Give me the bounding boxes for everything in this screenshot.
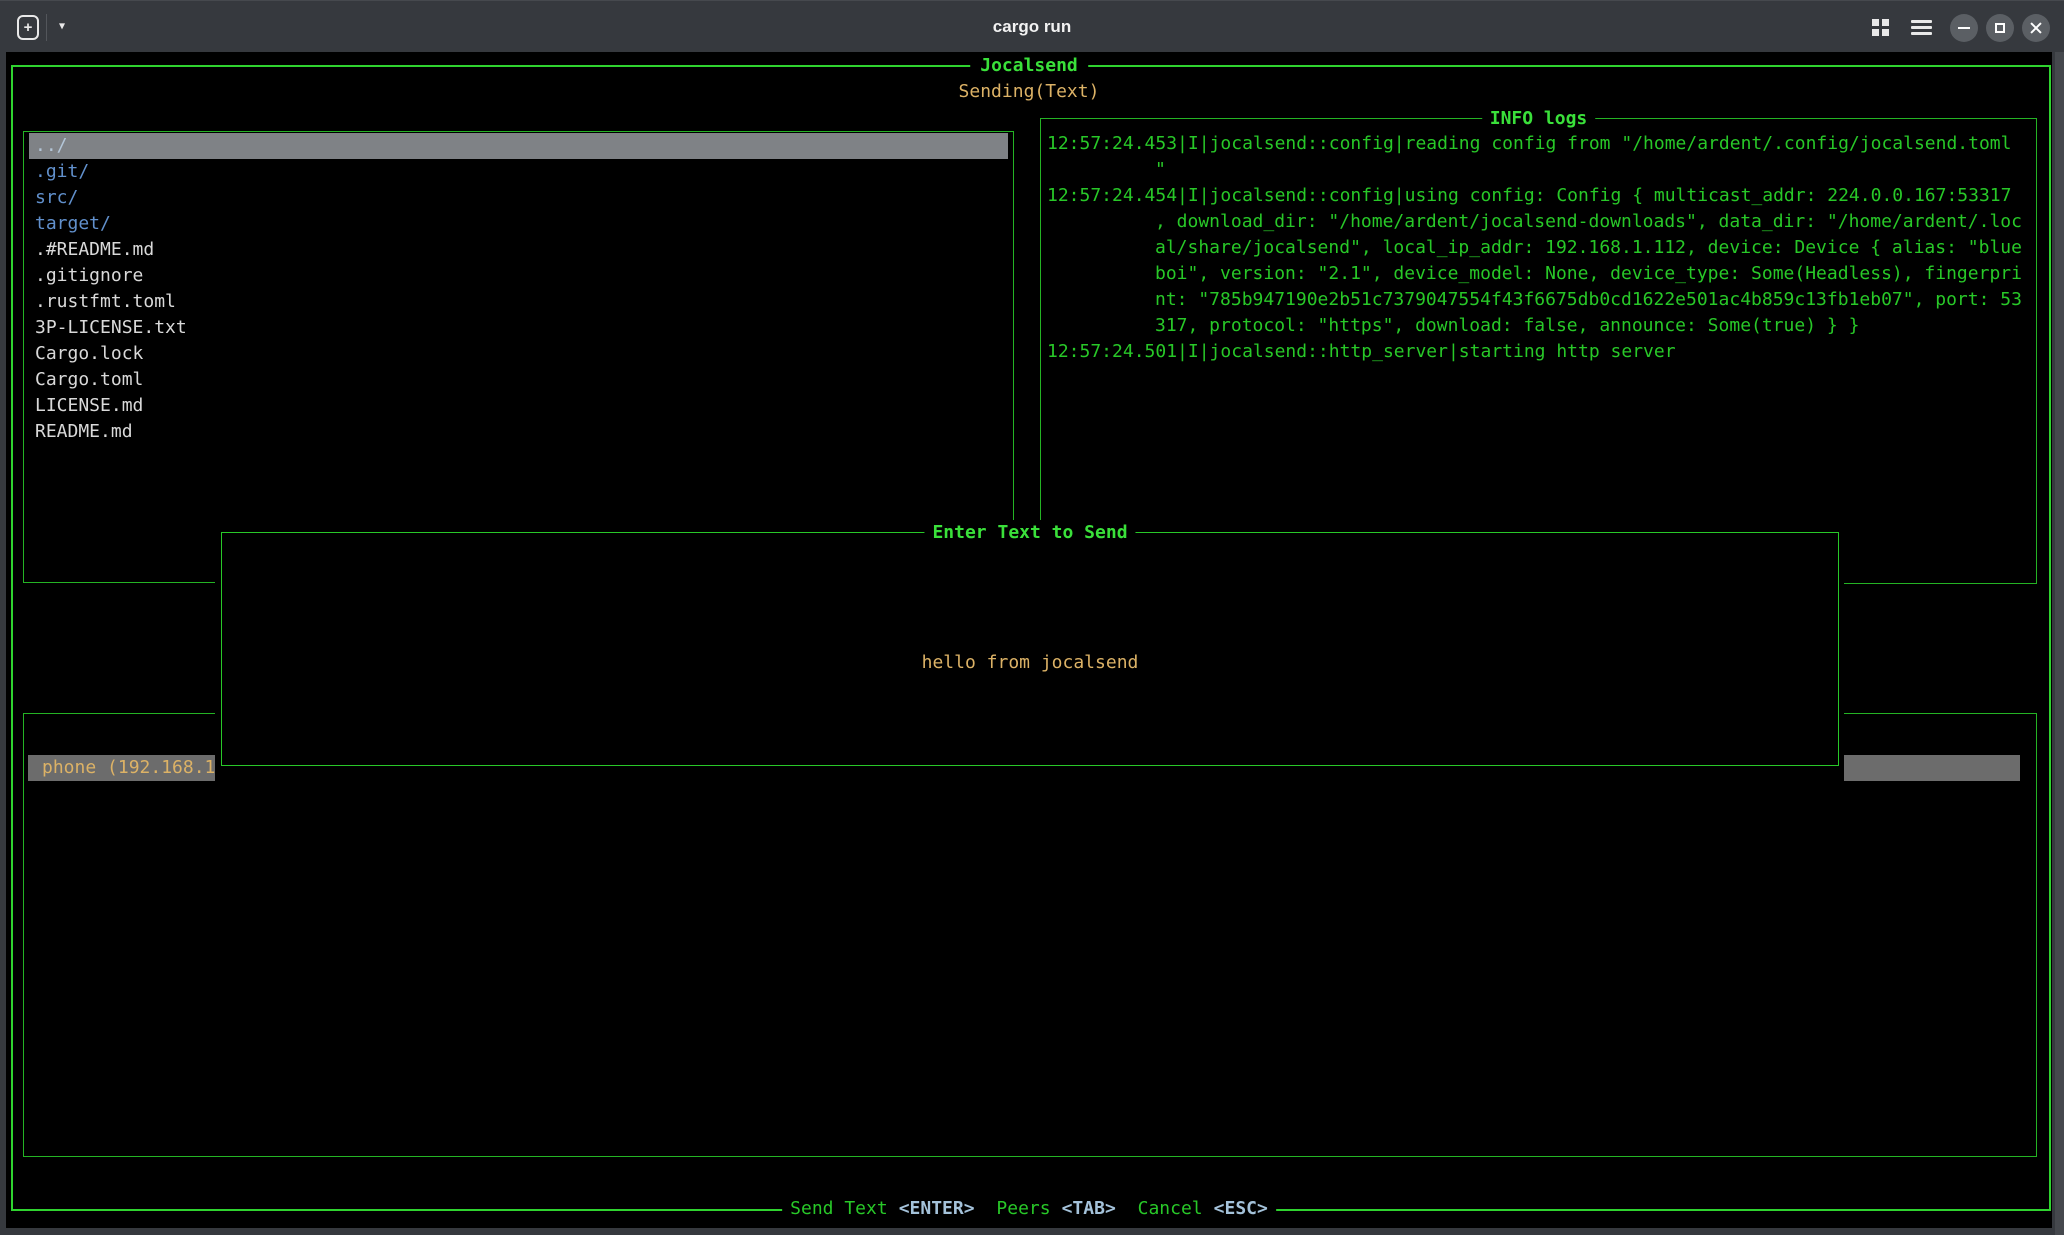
- keybind-label: Peers: [996, 1198, 1050, 1219]
- text-input-value[interactable]: hello from jocalsend: [222, 650, 1838, 676]
- tab-overview-icon[interactable]: [1872, 19, 1889, 36]
- keybind-send: Send Text <ENTER>: [790, 1196, 974, 1222]
- keybind-bar: Send Text <ENTER> Peers <TAB> Cancel <ESC>: [782, 1196, 1276, 1222]
- file-row[interactable]: src/: [29, 185, 1008, 211]
- file-browser-panel: ../ .git/ src/ target/ .#README.md .giti…: [23, 131, 1014, 583]
- modal-title: Enter Text to Send: [924, 520, 1135, 546]
- terminal-scrollbar[interactable]: [2055, 52, 2064, 1235]
- file-list: ../ .git/ src/ target/ .#README.md .giti…: [25, 133, 1012, 445]
- keybind-label: Cancel: [1138, 1198, 1203, 1219]
- file-row[interactable]: target/: [29, 211, 1008, 237]
- maximize-icon: [1995, 23, 2005, 33]
- info-logs-panel: INFO logs 12:57:24.453|I|jocalsend::conf…: [1040, 118, 2037, 584]
- titlebar: + ▼ cargo run: [0, 0, 2064, 52]
- file-row[interactable]: .gitignore: [29, 263, 1008, 289]
- file-row[interactable]: LICENSE.md: [29, 393, 1008, 419]
- text-input-modal[interactable]: Enter Text to Send hello from jocalsend: [221, 532, 1839, 766]
- file-row[interactable]: .rustfmt.toml: [29, 289, 1008, 315]
- log-line: boi", version: "2.1", device_model: None…: [1042, 261, 2035, 287]
- log-line: ": [1042, 157, 2035, 183]
- log-line: al/share/jocalsend", local_ip_addr: 192.…: [1042, 235, 2035, 261]
- file-row[interactable]: README.md: [29, 419, 1008, 445]
- hamburger-menu-icon[interactable]: [1911, 20, 1932, 35]
- keybind-cancel: Cancel <ESC>: [1138, 1196, 1268, 1222]
- file-row-parent-dir[interactable]: ../: [29, 133, 1008, 159]
- keybind-key: <ESC>: [1214, 1198, 1268, 1219]
- log-line: 12:57:24.453|I|jocalsend::config|reading…: [1042, 131, 2035, 157]
- log-line: 12:57:24.501|I|jocalsend::http_server|st…: [1042, 339, 2035, 365]
- file-row[interactable]: Cargo.lock: [29, 341, 1008, 367]
- keybind-key: <ENTER>: [899, 1198, 975, 1219]
- file-row[interactable]: .#README.md: [29, 237, 1008, 263]
- log-line: , download_dir: "/home/ardent/jocalsend-…: [1042, 209, 2035, 235]
- log-line: 12:57:24.454|I|jocalsend::config|using c…: [1042, 183, 2035, 209]
- log-list: 12:57:24.453|I|jocalsend::config|reading…: [1042, 131, 2035, 365]
- terminal-screen: Jocalsend Sending(Text) ../ .git/ src/ t…: [6, 52, 2052, 1228]
- log-line: nt: "785b947190e2b51c7379047554f43f6675d…: [1042, 287, 2035, 313]
- app-title: Jocalsend: [970, 53, 1088, 79]
- close-button[interactable]: [2022, 14, 2050, 42]
- keybind-label: Send Text: [790, 1198, 888, 1219]
- keybind-peers: Peers <TAB>: [996, 1196, 1115, 1222]
- info-logs-title: INFO logs: [1482, 106, 1596, 132]
- minimize-button[interactable]: [1950, 14, 1978, 42]
- minimize-icon: [1958, 27, 1970, 29]
- file-row[interactable]: Cargo.toml: [29, 367, 1008, 393]
- keybind-key: <TAB>: [1062, 1198, 1116, 1219]
- maximize-button[interactable]: [1986, 14, 2014, 42]
- window-title: cargo run: [0, 1, 2064, 53]
- file-row[interactable]: .git/: [29, 159, 1008, 185]
- transfer-status: Sending(Text): [6, 79, 2052, 105]
- file-row[interactable]: 3P-LICENSE.txt: [29, 315, 1008, 341]
- log-line: 317, protocol: "https", download: false,…: [1042, 313, 2035, 339]
